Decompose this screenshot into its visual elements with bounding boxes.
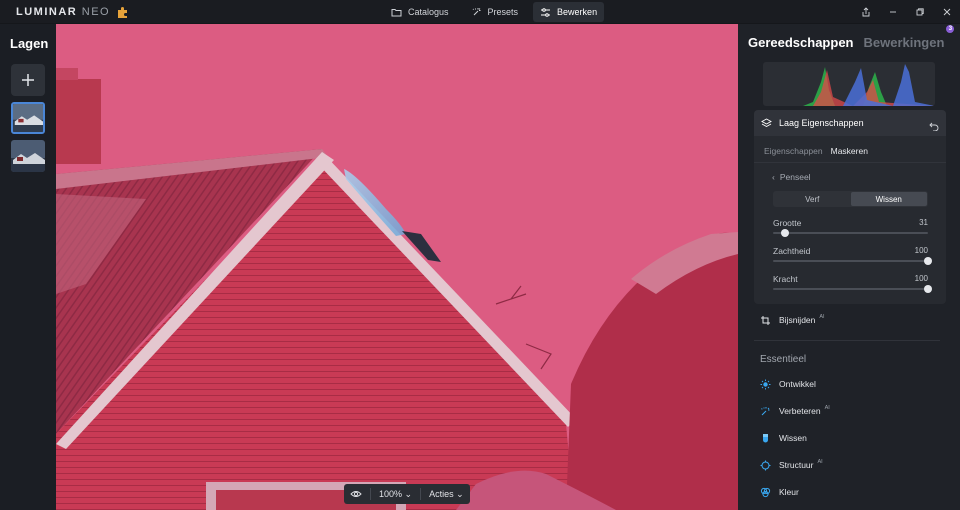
size-slider[interactable]: Grootte 31 bbox=[773, 218, 928, 240]
layers-panel: Lagen bbox=[0, 24, 56, 510]
chevron-left-icon: ‹ bbox=[772, 172, 775, 182]
folder-icon bbox=[391, 8, 402, 16]
tool-verbeteren[interactable]: Verbeteren AI bbox=[760, 403, 830, 419]
actions-dropdown[interactable]: Acties ⌄ bbox=[429, 489, 464, 500]
section-title-essentieel: Essentieel bbox=[760, 354, 807, 365]
tool-kleur[interactable]: Kleur bbox=[760, 484, 799, 500]
undo-icon bbox=[929, 122, 939, 132]
tab-bewerken[interactable]: Bewerken bbox=[533, 2, 605, 22]
structure-icon bbox=[760, 460, 771, 470]
divider bbox=[754, 340, 940, 341]
slider-label: Zachtheid bbox=[773, 246, 811, 256]
tool-bijsnijden[interactable]: Bijsnijden AI bbox=[760, 312, 825, 328]
top-bar: LUMINAR NEO Catalogus Presets Bewerken bbox=[0, 0, 960, 24]
main-nav: Catalogus Presets Bewerken bbox=[384, 2, 605, 22]
ai-tag: AI bbox=[824, 405, 830, 411]
slider-track[interactable] bbox=[773, 288, 928, 290]
strength-slider[interactable]: Kracht 100 bbox=[773, 274, 932, 296]
plus-icon bbox=[22, 74, 34, 86]
slider-value: 100 bbox=[914, 246, 928, 255]
right-panel-tabs: Gereedschappen Bewerkingen 3 bbox=[748, 25, 955, 50]
tool-ontwikkel[interactable]: Ontwikkel bbox=[760, 376, 816, 392]
sun-icon bbox=[760, 379, 771, 389]
window-controls bbox=[852, 0, 960, 24]
eraser-icon bbox=[763, 433, 768, 442]
layer-properties-card: Laag Eigenschappen Eigenschappen Maskere… bbox=[754, 110, 946, 304]
logo-text: LUMINAR NEO bbox=[16, 6, 111, 18]
layers-icon bbox=[761, 117, 772, 127]
divider bbox=[370, 488, 371, 500]
tool-label: Kleur bbox=[779, 487, 799, 497]
tab-label: Presets bbox=[487, 7, 519, 17]
canvas-bottom-bar: 100% ⌄ Acties ⌄ bbox=[344, 484, 470, 504]
tool-label: Bijsnijden bbox=[779, 315, 816, 325]
eye-icon[interactable] bbox=[350, 488, 362, 500]
add-layer-button[interactable] bbox=[11, 64, 45, 96]
softness-slider[interactable]: Zachtheid 100 bbox=[773, 246, 932, 268]
right-panel: Gereedschappen Bewerkingen 3 Laag Eigensc… bbox=[738, 24, 960, 510]
color-icon bbox=[760, 487, 771, 497]
zoom-dropdown[interactable]: 100% ⌄ bbox=[379, 489, 412, 500]
photo-with-mask-overlay[interactable] bbox=[56, 24, 738, 510]
layer-properties-title: Laag Eigenschappen bbox=[779, 118, 864, 128]
layers-title: Lagen bbox=[10, 36, 49, 51]
layer-properties-header[interactable]: Laag Eigenschappen bbox=[754, 110, 946, 136]
tool-label: Structuur bbox=[779, 460, 814, 470]
close-button[interactable] bbox=[933, 0, 960, 24]
mode-verf[interactable]: Verf bbox=[774, 192, 851, 206]
subtab-maskeren[interactable]: Maskeren bbox=[831, 146, 868, 156]
reset-button[interactable] bbox=[929, 118, 939, 132]
layer-thumbnail-1[interactable] bbox=[11, 102, 45, 134]
tab-gereedschappen[interactable]: Gereedschappen bbox=[748, 35, 854, 50]
slider-value: 31 bbox=[919, 218, 928, 227]
share-button[interactable] bbox=[852, 0, 879, 24]
slider-track[interactable] bbox=[773, 260, 928, 262]
slider-label: Kracht bbox=[773, 274, 798, 284]
app-logo: LUMINAR NEO bbox=[16, 5, 129, 19]
minimize-icon bbox=[889, 11, 896, 13]
tool-label: Wissen bbox=[779, 433, 807, 443]
slider-label: Grootte bbox=[773, 218, 802, 228]
ai-tag: AI bbox=[819, 314, 825, 320]
tab-bewerkingen[interactable]: Bewerkingen 3 bbox=[864, 25, 955, 50]
brush-back-link[interactable]: ‹ Penseel bbox=[772, 172, 811, 182]
sparkle-icon bbox=[472, 7, 481, 15]
layer-thumbnail-2[interactable] bbox=[11, 140, 45, 172]
sliders-icon bbox=[541, 7, 551, 17]
slider-handle[interactable] bbox=[924, 285, 932, 293]
histogram bbox=[763, 62, 935, 106]
minimize-button[interactable] bbox=[879, 0, 906, 24]
restore-button[interactable] bbox=[906, 0, 933, 24]
brush-mode-toggle: Verf Wissen bbox=[773, 191, 928, 207]
mode-wissen[interactable]: Wissen bbox=[850, 192, 927, 206]
share-icon bbox=[862, 7, 869, 17]
tool-structuur[interactable]: Structuur AI bbox=[760, 457, 823, 473]
slider-handle[interactable] bbox=[924, 257, 932, 265]
app-window: LUMINAR NEO Catalogus Presets Bewerken L… bbox=[0, 0, 960, 510]
tool-label: Ontwikkel bbox=[779, 379, 816, 389]
layer-properties-subtabs: Eigenschappen Maskeren bbox=[764, 146, 868, 156]
puzzle-icon[interactable] bbox=[116, 6, 129, 19]
slider-handle[interactable] bbox=[781, 229, 790, 237]
divider bbox=[754, 162, 946, 163]
sparkle-icon bbox=[761, 406, 770, 415]
tool-label: Verbeteren bbox=[779, 406, 821, 416]
divider bbox=[420, 488, 422, 500]
restore-icon bbox=[916, 8, 924, 16]
image-canvas[interactable]: 100% ⌄ Acties ⌄ bbox=[56, 24, 738, 510]
tab-label: Catalogus bbox=[408, 7, 449, 17]
crop-icon bbox=[761, 315, 770, 325]
close-icon bbox=[943, 8, 950, 16]
ai-tag: AI bbox=[817, 459, 823, 465]
slider-value: 100 bbox=[914, 274, 928, 283]
tab-presets[interactable]: Presets bbox=[464, 2, 526, 22]
subtab-eigenschappen[interactable]: Eigenschappen bbox=[764, 146, 823, 156]
edits-count-badge: 3 bbox=[946, 25, 955, 33]
tab-catalogus[interactable]: Catalogus bbox=[384, 2, 456, 22]
slider-track[interactable] bbox=[773, 232, 928, 234]
tab-label: Bewerken bbox=[557, 7, 598, 17]
tool-wissen[interactable]: Wissen bbox=[760, 430, 807, 446]
